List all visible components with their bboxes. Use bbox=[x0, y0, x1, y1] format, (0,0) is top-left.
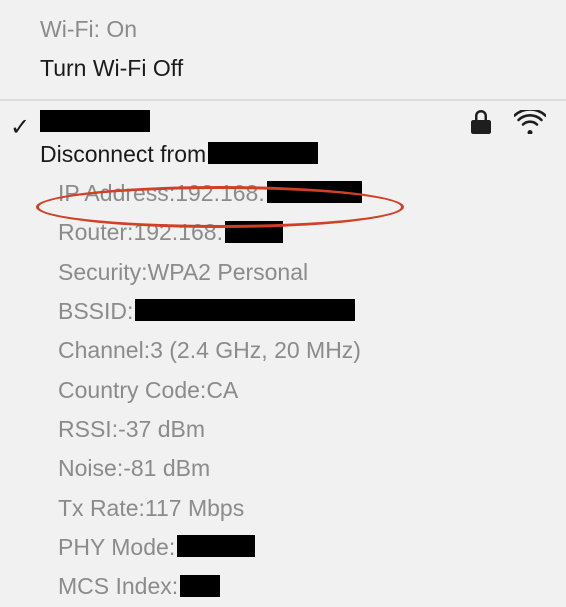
channel-value: 3 (2.4 GHz, 20 MHz) bbox=[150, 334, 361, 367]
network-name-redacted bbox=[40, 110, 150, 132]
lock-icon bbox=[470, 109, 492, 135]
rssi-value: -37 dBm bbox=[118, 413, 205, 446]
channel-row: Channel 3 (2.4 GHz, 20 MHz) bbox=[0, 331, 566, 370]
wifi-status-row: Wi-Fi: On bbox=[0, 10, 566, 49]
bssid-label: BSSID bbox=[58, 295, 127, 328]
tx-rate-row: Tx Rate 117 Mbps bbox=[0, 489, 566, 528]
wifi-signal-icon bbox=[514, 110, 546, 134]
turn-wifi-off-button[interactable]: Turn Wi-Fi Off bbox=[0, 49, 566, 88]
security-label: Security bbox=[58, 256, 141, 289]
mcs-redacted bbox=[180, 575, 220, 597]
noise-label: Noise bbox=[58, 452, 117, 485]
rssi-label: RSSI bbox=[58, 413, 112, 446]
wifi-menu-header: Wi-Fi: On Turn Wi-Fi Off bbox=[0, 0, 566, 95]
security-row: Security WPA2 Personal bbox=[0, 253, 566, 292]
ip-value: 192.168. bbox=[175, 177, 265, 210]
ip-label: IP Address bbox=[58, 177, 169, 210]
security-value: WPA2 Personal bbox=[147, 256, 308, 289]
phy-redacted bbox=[177, 535, 255, 557]
mcs-label: MCS Index bbox=[58, 570, 172, 603]
disconnect-network-redacted bbox=[208, 142, 318, 164]
router-redacted bbox=[225, 221, 283, 243]
phy-mode-row: PHY Mode bbox=[0, 528, 566, 567]
country-value: CA bbox=[206, 374, 238, 407]
disconnect-row[interactable]: Disconnect from bbox=[0, 135, 566, 174]
current-network-row[interactable]: ✓ bbox=[0, 107, 566, 135]
rssi-row: RSSI -37 dBm bbox=[0, 410, 566, 449]
router-value: 192.168. bbox=[133, 216, 223, 249]
txrate-label: Tx Rate bbox=[58, 492, 139, 525]
bssid-redacted bbox=[135, 299, 355, 321]
txrate-value: 117 Mbps bbox=[145, 492, 244, 525]
network-status-icons bbox=[470, 109, 546, 135]
menu-divider bbox=[0, 99, 566, 101]
noise-row: Noise -81 dBm bbox=[0, 449, 566, 488]
router-label: Router bbox=[58, 216, 127, 249]
phy-label: PHY Mode bbox=[58, 531, 169, 564]
bssid-row: BSSID bbox=[0, 292, 566, 331]
disconnect-label: Disconnect from bbox=[40, 138, 206, 171]
country-code-row: Country Code CA bbox=[0, 371, 566, 410]
ip-redacted bbox=[267, 181, 362, 203]
turn-wifi-off-label: Turn Wi-Fi Off bbox=[40, 52, 183, 85]
ip-address-row: IP Address 192.168. bbox=[0, 174, 566, 213]
mcs-index-row: MCS Index bbox=[0, 567, 566, 606]
noise-value: -81 dBm bbox=[123, 452, 210, 485]
channel-label: Channel bbox=[58, 334, 144, 367]
router-row: Router 192.168. bbox=[0, 213, 566, 252]
country-label: Country Code bbox=[58, 374, 200, 407]
wifi-status-text: Wi-Fi: On bbox=[40, 13, 137, 46]
